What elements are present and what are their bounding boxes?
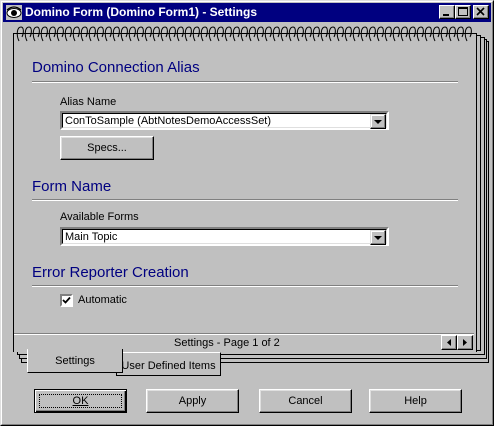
window-title: Domino Form (Domino Form1) - Settings [25, 5, 257, 19]
available-forms-label: Available Forms [60, 211, 139, 223]
maximize-button[interactable] [455, 5, 471, 19]
automatic-checkbox[interactable] [60, 294, 73, 307]
ok-button[interactable]: OK [34, 389, 127, 413]
tab-settings[interactable]: Settings [27, 349, 123, 373]
chevron-down-icon [374, 120, 382, 124]
section-divider [32, 81, 458, 83]
forms-dropdown-button[interactable] [370, 230, 386, 245]
title-bar[interactable]: Domino Form (Domino Form1) - Settings [3, 3, 491, 22]
help-button[interactable]: Help [369, 389, 462, 413]
chevron-down-icon [374, 236, 382, 240]
section-title-connection: Domino Connection Alias [32, 59, 200, 76]
section-title-error: Error Reporter Creation [32, 264, 189, 281]
cancel-button[interactable]: Cancel [259, 389, 352, 413]
focus-indicator [39, 394, 122, 408]
available-forms-combo[interactable]: Main Topic [60, 227, 389, 246]
alias-name-label: Alias Name [60, 96, 117, 108]
section-title-form: Form Name [32, 178, 112, 195]
tab-user-defined-items[interactable]: User Defined Items [116, 352, 221, 376]
minimize-button[interactable] [439, 5, 455, 19]
eye-icon[interactable] [6, 5, 22, 20]
page-prev-button[interactable] [441, 335, 457, 350]
arrow-right-icon [463, 339, 467, 346]
alias-name-value: ConToSample (AbtNotesDemoAccessSet) [65, 115, 272, 127]
alias-name-combo[interactable]: ConToSample (AbtNotesDemoAccessSet) [60, 111, 389, 130]
minimize-icon [443, 14, 449, 16]
page-next-button[interactable] [457, 335, 473, 350]
section-divider [32, 285, 458, 287]
section-divider [32, 199, 458, 201]
apply-button[interactable]: Apply [146, 389, 239, 413]
available-forms-value: Main Topic [65, 231, 118, 243]
close-icon [476, 7, 485, 16]
maximize-icon [458, 7, 468, 16]
spiral-binding [16, 26, 472, 42]
settings-window: Domino Form (Domino Form1) - Settings Do… [0, 0, 494, 426]
notebook-page: Domino Connection Alias Alias Name ConTo… [13, 33, 477, 333]
alias-dropdown-button[interactable] [370, 114, 386, 129]
arrow-left-icon [447, 339, 451, 346]
specs-button[interactable]: Specs... [60, 136, 154, 160]
close-button[interactable] [473, 5, 489, 19]
automatic-label: Automatic [78, 294, 127, 306]
checkmark-icon [62, 296, 71, 304]
page-status-text: Settings - Page 1 of 2 [174, 337, 280, 349]
